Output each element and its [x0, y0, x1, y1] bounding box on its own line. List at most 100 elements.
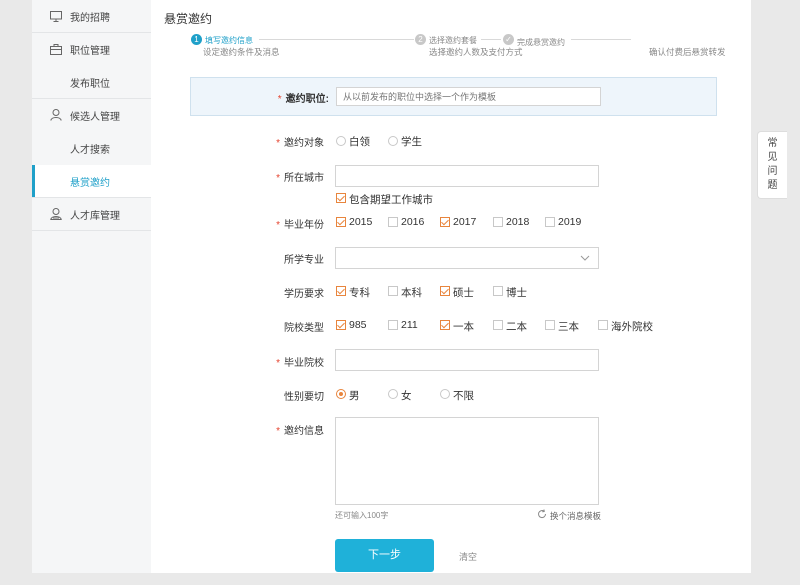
sidebar-item-post-job[interactable]: 发布职位	[32, 66, 151, 99]
step-2-number: 2	[415, 34, 426, 45]
sidebar: 我的招聘 职位管理 发布职位 候选人管理 人才搜索 悬赏邀约 人才库管理	[32, 0, 151, 573]
school-type-option-label: 985	[349, 319, 367, 331]
faq-char: 常	[767, 138, 778, 149]
school-type-label: 院校类型	[284, 323, 324, 334]
grad-year-2016-checkbox[interactable]	[388, 217, 398, 227]
gender-option-label: 男	[349, 390, 360, 402]
target-radio-student[interactable]	[388, 136, 398, 146]
step-3-title: 完成悬赏邀约	[517, 38, 565, 47]
step-2-title: 选择邀约套餐	[429, 36, 477, 45]
user-icon	[49, 108, 63, 122]
grad-year-label: * 毕业年份	[276, 220, 324, 231]
gender-option-label: 女	[401, 390, 412, 402]
user-db-icon	[49, 207, 63, 221]
step-3-desc: 确认付费后悬赏转发	[649, 47, 726, 57]
next-step-button[interactable]: 下一步	[335, 539, 434, 572]
school-type-tier1-checkbox[interactable]	[440, 320, 450, 330]
sidebar-item-label: 悬赏邀约	[70, 178, 110, 189]
education-option-label: 专科	[349, 287, 370, 299]
include-expected-city-label: 包含期望工作城市	[349, 194, 433, 206]
step-1-title: 填写邀约信息	[205, 36, 253, 45]
briefcase-icon	[49, 42, 63, 56]
position-template-select[interactable]	[336, 87, 601, 106]
sidebar-item-label: 人才搜索	[70, 145, 110, 156]
gender-radio-male[interactable]	[336, 389, 346, 399]
education-benke-checkbox[interactable]	[388, 286, 398, 296]
sidebar-item-job-management[interactable]: 职位管理	[32, 33, 151, 66]
education-option-label: 本科	[401, 287, 422, 299]
sidebar-item-label: 人才库管理	[70, 211, 120, 222]
education-zhuanke-checkbox[interactable]	[336, 286, 346, 296]
sidebar-item-label: 职位管理	[70, 46, 110, 57]
school-type-option-label: 211	[401, 319, 418, 331]
position-label: * 邀约职位:	[277, 94, 329, 105]
gender-option-label: 不限	[453, 390, 474, 402]
education-master-checkbox[interactable]	[440, 286, 450, 296]
city-input[interactable]	[335, 165, 599, 187]
gender-radio-any[interactable]	[440, 389, 450, 399]
city-label: * 所在城市	[276, 173, 324, 184]
education-phd-checkbox[interactable]	[493, 286, 503, 296]
chevron-down-icon	[580, 253, 590, 265]
education-label: 学历要求	[284, 289, 324, 300]
progress-steps: 1 填写邀约信息 设定邀约条件及消息 2 选择邀约套餐 选择邀约人数及支付方式 …	[191, 34, 731, 60]
grad-year-label-item: 2018	[506, 216, 530, 228]
school-type-overseas-checkbox[interactable]	[598, 320, 608, 330]
sidebar-item-label: 候选人管理	[70, 112, 120, 123]
refresh-icon	[537, 509, 547, 522]
sidebar-item-my-recruitment[interactable]: 我的招聘	[32, 0, 151, 33]
page-bottom-background	[0, 573, 800, 585]
clear-link[interactable]: 清空	[459, 550, 477, 563]
grad-year-label-item: 2015	[349, 216, 373, 228]
sidebar-item-label: 我的招聘	[70, 13, 110, 24]
grad-year-2017-checkbox[interactable]	[440, 217, 450, 227]
grad-year-2015-checkbox[interactable]	[336, 217, 346, 227]
school-type-option-label: 一本	[453, 321, 474, 333]
faq-char: 见	[767, 152, 778, 163]
faq-char: 题	[767, 180, 778, 191]
message-label: * 邀约信息	[276, 426, 324, 437]
monitor-icon	[49, 9, 63, 23]
sidebar-item-candidate-management[interactable]: 候选人管理	[32, 99, 151, 132]
education-option-label: 博士	[506, 287, 527, 299]
sidebar-item-talent-pool[interactable]: 人才库管理	[32, 198, 151, 231]
change-template-label: 换个消息模板	[550, 510, 602, 521]
page-title: 悬赏邀约	[164, 12, 213, 26]
school-type-option-label: 海外院校	[611, 321, 653, 333]
main-panel: 悬赏邀约 1 填写邀约信息 设定邀约条件及消息 2 选择邀约套餐 选择邀约人数及…	[151, 0, 751, 573]
message-textarea[interactable]	[335, 417, 599, 505]
school-type-option-label: 三本	[558, 321, 579, 333]
target-option-label: 白领	[349, 136, 370, 148]
school-type-tier3-checkbox[interactable]	[545, 320, 555, 330]
message-char-count: 还可输入100字	[335, 511, 389, 520]
step-3-number: ✓	[503, 34, 514, 45]
sidebar-item-talent-search[interactable]: 人才搜索	[32, 132, 151, 165]
school-type-tier2-checkbox[interactable]	[493, 320, 503, 330]
include-expected-city-checkbox[interactable]	[336, 193, 346, 203]
step-connector	[259, 39, 414, 40]
grad-year-label-item: 2016	[401, 216, 425, 228]
gender-label: 性别要切	[284, 392, 324, 403]
school-label: * 毕业院校	[276, 358, 324, 369]
step-connector	[481, 39, 501, 40]
gender-radio-female[interactable]	[388, 389, 398, 399]
school-type-option-label: 二本	[506, 321, 527, 333]
school-input[interactable]	[335, 349, 599, 371]
school-type-985-checkbox[interactable]	[336, 320, 346, 330]
sidebar-item-bounty-invite[interactable]: 悬赏邀约	[32, 165, 151, 198]
step-2-desc: 选择邀约人数及支付方式	[429, 47, 523, 57]
grad-year-2018-checkbox[interactable]	[493, 217, 503, 227]
school-type-211-checkbox[interactable]	[388, 320, 398, 330]
major-label: 所学专业	[284, 255, 324, 266]
grad-year-label-item: 2019	[558, 216, 582, 228]
change-template-link[interactable]: 换个消息模板	[537, 509, 601, 522]
major-select[interactable]	[335, 247, 599, 269]
step-1-desc: 设定邀约条件及消息	[203, 47, 280, 57]
sidebar-item-label: 发布职位	[70, 79, 110, 90]
faq-tab[interactable]: 常 见 问 题	[757, 131, 787, 199]
target-radio-whitecollar[interactable]	[336, 136, 346, 146]
faq-char: 问	[767, 166, 778, 177]
grad-year-2019-checkbox[interactable]	[545, 217, 555, 227]
position-template-box: * 邀约职位:	[190, 77, 717, 116]
education-option-label: 硕士	[453, 287, 474, 299]
